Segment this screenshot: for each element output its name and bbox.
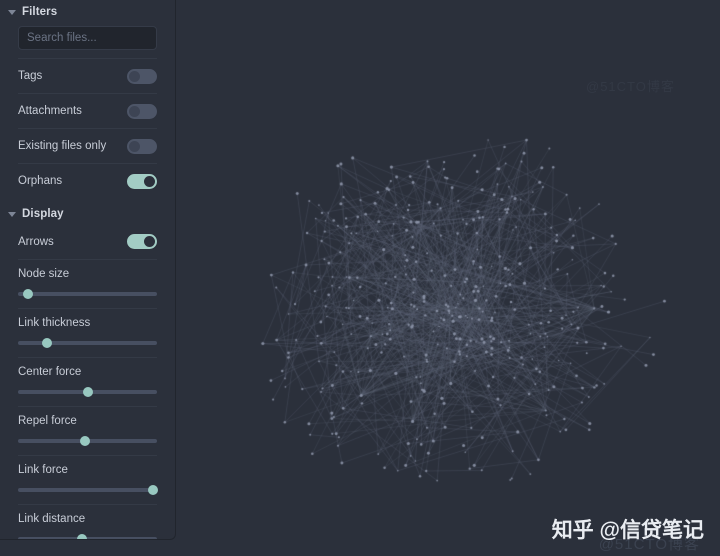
filter-row-attachments[interactable]: Attachments <box>18 93 157 128</box>
slider-link-force[interactable] <box>18 485 158 495</box>
filter-row-orphans[interactable]: Orphans <box>18 163 157 198</box>
slider-label-node-size: Node size <box>18 268 70 280</box>
toggle-orphans[interactable] <box>127 173 157 189</box>
search-input[interactable] <box>18 26 157 50</box>
display-row-arrows[interactable]: Arrows <box>18 224 157 259</box>
slider-link-distance[interactable] <box>18 534 157 539</box>
toggle-existing-files-only[interactable] <box>127 138 157 154</box>
slider-label-link-thickness: Link thickness <box>18 317 91 329</box>
watermark-faint-top: @51CTO博客 <box>586 79 675 94</box>
graph-controls-sidebar: Filters Tags Attachments Existing files … <box>0 0 176 540</box>
slider-label-center-force: Center force <box>18 366 82 378</box>
toggle-knob <box>129 105 140 117</box>
toggle-tags[interactable] <box>127 68 157 84</box>
chevron-down-icon[interactable] <box>8 10 16 15</box>
filter-label-attachments: Attachments <box>18 105 82 117</box>
slider-thumb[interactable] <box>147 485 158 495</box>
slider-thumb[interactable] <box>79 436 90 446</box>
toggle-arrows[interactable] <box>127 234 157 249</box>
slider-label-link-force: Link force <box>18 464 68 476</box>
toggle-knob <box>129 70 140 82</box>
display-label-arrows: Arrows <box>18 235 54 248</box>
section-header-display[interactable]: Display <box>0 198 175 224</box>
filter-label-tags: Tags <box>18 70 43 82</box>
slider-track <box>18 341 157 345</box>
slider-center-force[interactable] <box>18 387 157 397</box>
slider-track <box>18 537 157 539</box>
filter-label-orphans: Orphans <box>18 175 63 187</box>
slider-row-link-force: Link force <box>18 455 158 504</box>
slider-thumb[interactable] <box>82 387 93 397</box>
filter-label-existing-files-only: Existing files only <box>18 140 107 152</box>
watermark-zhihu: 知乎 @信贷笔记 <box>551 519 704 542</box>
toggle-knob <box>144 175 155 187</box>
slider-thumb[interactable] <box>76 534 87 539</box>
slider-label-repel-force: Repel force <box>18 415 77 427</box>
slider-track <box>18 292 157 296</box>
filter-row-existing-files-only[interactable]: Existing files only <box>18 128 157 163</box>
toggle-knob <box>144 236 155 247</box>
slider-thumb[interactable] <box>22 289 33 299</box>
slider-repel-force[interactable] <box>18 436 157 446</box>
slider-label-link-distance: Link distance <box>18 513 86 525</box>
slider-row-node-size: Node size <box>18 259 157 308</box>
graph-view-window: Filters Tags Attachments Existing files … <box>0 0 720 556</box>
toggle-knob <box>129 140 140 152</box>
search-field-wrapper <box>0 22 175 58</box>
chevron-down-icon[interactable] <box>8 212 16 217</box>
toggle-attachments[interactable] <box>127 103 157 119</box>
slider-track <box>18 488 157 492</box>
section-header-filters[interactable]: Filters <box>0 0 175 22</box>
slider-node-size[interactable] <box>18 289 157 299</box>
slider-row-repel-force: Repel force <box>18 406 157 455</box>
filter-row-tags[interactable]: Tags <box>18 58 157 93</box>
section-title-filters: Filters <box>22 6 58 18</box>
slider-link-thickness[interactable] <box>18 338 157 348</box>
slider-row-center-force: Center force <box>18 357 157 406</box>
section-title-display: Display <box>22 208 64 220</box>
slider-row-link-distance: Link distance <box>18 504 157 539</box>
slider-thumb[interactable] <box>42 338 53 348</box>
slider-row-link-thickness: Link thickness <box>18 308 157 357</box>
